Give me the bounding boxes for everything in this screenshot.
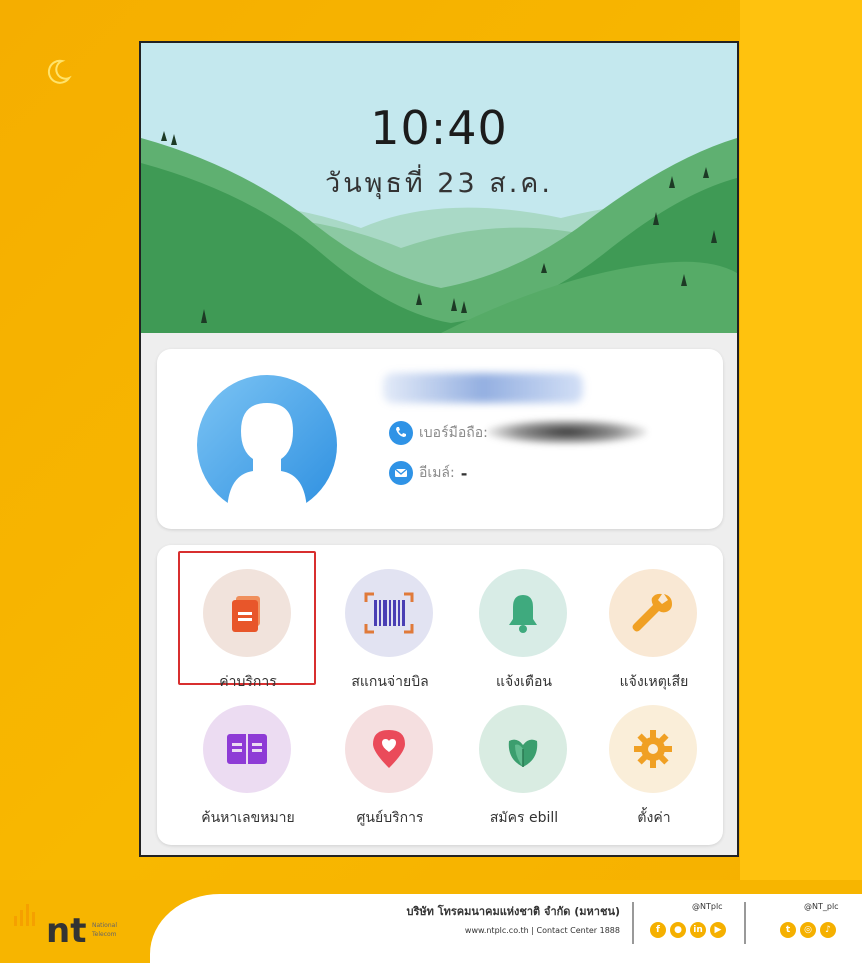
moon-icon: [47, 59, 72, 84]
menu-label: ค่าบริการ: [219, 674, 277, 690]
email-icon: [389, 461, 413, 485]
lockscreen-date: วันพุธที่ 23 ส.ค.: [325, 168, 553, 199]
menu-label: ค้นหาเลขหมาย: [201, 810, 295, 826]
avatar: [197, 375, 337, 515]
nt-logo: nt National Telecom: [12, 902, 152, 952]
leaf-icon: [508, 739, 538, 767]
background-stripe: [740, 0, 862, 880]
menu-label: สแกนจ่ายบิล: [351, 674, 429, 690]
menu-item-notifications[interactable]: แจ้งเตือน: [459, 559, 589, 690]
menu-item-service-center[interactable]: ศูนย์บริการ: [325, 695, 455, 826]
website-contact[interactable]: www.ntplc.co.th | Contact Center 1888: [340, 926, 620, 935]
phone-screen: 10:40 วันพุธที่ 23 ส.ค. เบอร์มือถือ: อีเ…: [139, 41, 739, 857]
facebook-icon[interactable]: f: [650, 922, 666, 938]
customer-name-redacted: [383, 373, 583, 403]
logo-subtitle-1: National: [92, 922, 118, 929]
menu-item-scan-pay[interactable]: สแกนจ่ายบิล: [325, 559, 455, 690]
footer: nt National Telecom บริษัท โทรคมนาคมแห่ง…: [0, 880, 862, 963]
menu-label: สมัคร ebill: [489, 810, 559, 826]
menu-item-report-fault[interactable]: แจ้งเหตุเสีย: [589, 559, 719, 690]
barcode-scan-icon: [364, 592, 414, 634]
bell-icon: [509, 595, 537, 633]
profile-card[interactable]: เบอร์มือถือ: อีเมล์: -: [157, 349, 723, 529]
tiktok-icon[interactable]: ♪: [820, 922, 836, 938]
gear-icon: [634, 730, 672, 768]
menu-item-billing[interactable]: ค่าบริการ: [183, 559, 313, 690]
menu-label: ศูนย์บริการ: [356, 810, 424, 826]
divider: [632, 902, 634, 944]
email-label: อีเมล์:: [419, 465, 455, 481]
social-handle-2: @NT_plc: [804, 902, 839, 911]
company-name: บริษัท โทรคมนาคมแห่งชาติ จำกัด (มหาชน): [406, 905, 620, 918]
wrench-icon: [632, 593, 672, 632]
linkedin-icon[interactable]: in: [690, 922, 706, 938]
menu-label: แจ้งเตือน: [496, 674, 552, 690]
app-content: เบอร์มือถือ: อีเมล์: - ค่าบริการ สแกนจ่า…: [141, 333, 737, 855]
youtube-icon[interactable]: ▶: [710, 922, 726, 938]
menu-label: ตั้งค่า: [637, 810, 671, 826]
location-pin-icon: [373, 730, 405, 768]
lockscreen-wallpaper: 10:40 วันพุธที่ 23 ส.ค.: [141, 43, 737, 333]
phone-row: เบอร์มือถือ:: [389, 420, 488, 446]
book-icon: [227, 734, 267, 764]
twitter-icon[interactable]: t: [780, 922, 796, 938]
invoice-icon: [232, 596, 260, 632]
logo-subtitle-2: Telecom: [92, 931, 117, 938]
menu-item-ebill[interactable]: สมัคร ebill: [459, 695, 589, 826]
phone-number-redacted: [487, 419, 647, 445]
instagram-icon[interactable]: ◎: [800, 922, 816, 938]
lockscreen-time: 10:40: [370, 101, 508, 155]
divider: [744, 902, 746, 944]
email-row: อีเมล์: -: [389, 460, 467, 486]
menu-item-settings[interactable]: ตั้งค่า: [589, 695, 719, 826]
logo-text: nt: [46, 911, 87, 951]
menu-item-number-search[interactable]: ค้นหาเลขหมาย: [183, 695, 313, 826]
signal-bars-icon: [14, 904, 35, 926]
phone-icon: [389, 421, 413, 445]
email-value: -: [460, 463, 468, 483]
social-handle-1: @NTplc: [692, 902, 723, 911]
menu-grid: ค่าบริการ สแกนจ่ายบิล แจ้งเตือน แจ้งเหตุ…: [157, 545, 723, 845]
line-icon[interactable]: ●: [670, 922, 686, 938]
phone-label: เบอร์มือถือ:: [419, 425, 488, 441]
menu-label: แจ้งเหตุเสีย: [619, 674, 689, 690]
